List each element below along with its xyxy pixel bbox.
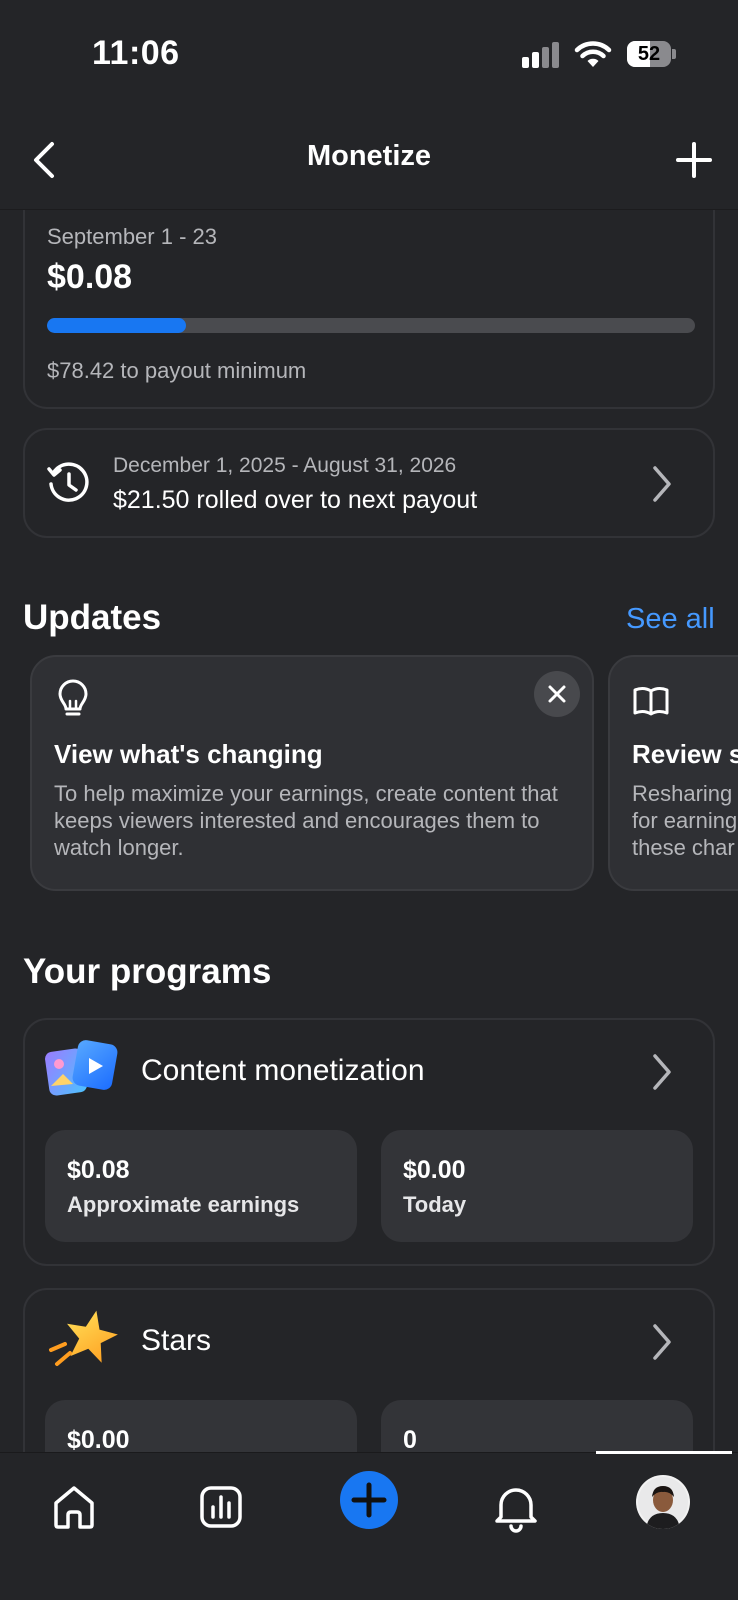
cellular-signal-icon [522, 42, 562, 68]
payout-progress-bar [47, 318, 695, 333]
updates-heading: Updates [23, 598, 162, 637]
program-name: Stars [141, 1324, 212, 1357]
update-card-whats-changing[interactable]: View what's changing To help maximize yo… [30, 655, 594, 891]
tab-bar [0, 1451, 738, 1600]
update-card-review[interactable]: Review s Resharing for earning these cha… [608, 655, 738, 891]
home-icon[interactable] [44, 1477, 104, 1537]
see-all-link[interactable]: See all [626, 603, 715, 636]
stat-approximate-earnings: $0.08 Approximate earnings [45, 1130, 357, 1242]
stat-value: 0 [403, 1426, 417, 1454]
rollover-text: $21.50 rolled over to next payout [113, 486, 478, 514]
wifi-icon [574, 41, 612, 67]
status-bar: 11:06 52 [0, 0, 738, 110]
content-monetization-icon [45, 1040, 118, 1096]
profile-avatar[interactable] [636, 1475, 690, 1529]
history-icon [47, 462, 89, 502]
create-button[interactable] [340, 1471, 398, 1529]
rollover-date-range: December 1, 2025 - August 31, 2026 [113, 454, 457, 477]
stat-label: Today [403, 1192, 467, 1217]
payout-minimum-note: $78.42 to payout minimum [47, 358, 307, 383]
lightbulb-icon [58, 679, 88, 716]
earnings-card: September 1 - 23 $0.08 $78.42 to payout … [23, 190, 715, 409]
stat-label: Approximate earnings [67, 1192, 300, 1217]
rollover-card[interactable]: December 1, 2025 - August 31, 2026 $21.5… [23, 428, 715, 538]
chevron-right-icon [653, 466, 671, 502]
chevron-right-icon [653, 1324, 671, 1360]
stars-icon [49, 1310, 118, 1366]
active-tab-indicator [596, 1451, 732, 1454]
earnings-date-range: September 1 - 23 [47, 224, 217, 249]
payout-progress-fill [47, 318, 187, 333]
stat-value: $0.00 [67, 1426, 130, 1454]
screen: 11:06 52 September 1 - 23 $0.08 $78.42 t… [0, 0, 738, 1600]
update-description: To help maximize your earnings, create c… [54, 781, 558, 860]
stat-value: $0.08 [67, 1156, 130, 1184]
avatar-image [638, 1477, 688, 1529]
book-icon [633, 687, 669, 716]
stat-today: $0.00 Today [381, 1130, 693, 1242]
program-name: Content monetization [141, 1054, 425, 1087]
earnings-amount: $0.08 [47, 258, 133, 296]
status-time: 11:06 [92, 34, 180, 72]
insights-icon[interactable] [191, 1477, 251, 1537]
battery-icon: 52 [627, 41, 676, 67]
nav-bar: Monetize [0, 110, 738, 210]
update-description: Resharing for earning these char [632, 781, 738, 860]
add-icon[interactable] [672, 138, 716, 182]
update-title: Review s [632, 739, 738, 769]
notifications-icon[interactable] [486, 1477, 546, 1537]
close-icon [548, 685, 566, 703]
chevron-right-icon [653, 1054, 671, 1090]
programs-heading: Your programs [23, 952, 272, 991]
dismiss-update-button[interactable] [534, 671, 580, 717]
program-card-content-monetization[interactable]: Content monetization $0.08 Approximate e… [23, 1018, 715, 1266]
page-title: Monetize [306, 140, 432, 172]
update-title: View what's changing [54, 739, 323, 769]
create-icon [351, 1482, 387, 1518]
stat-value: $0.00 [403, 1156, 466, 1184]
battery-percent: 52 [637, 43, 661, 65]
